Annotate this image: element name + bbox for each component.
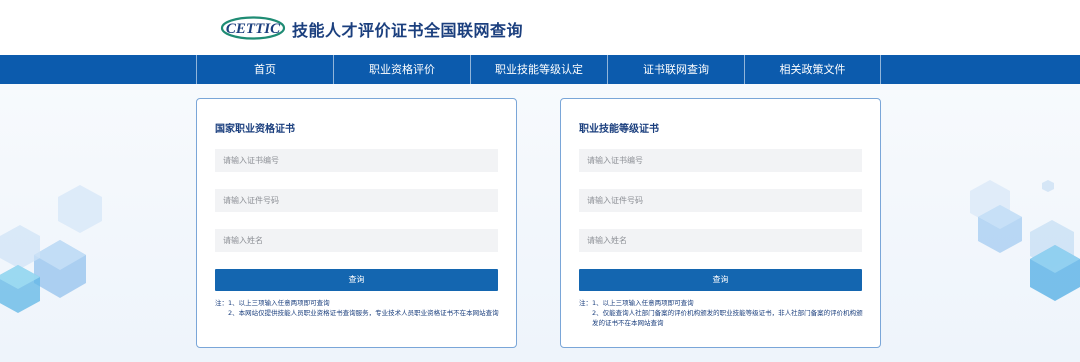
cert-number-input[interactable]: [215, 149, 498, 172]
cert-number-input[interactable]: [579, 149, 862, 172]
skill-level-cert-card: 职业技能等级证书 查询 注：1、以上三项输入任意两项即可查询 2、仅能查询人社部…: [560, 98, 881, 348]
nav-item-home[interactable]: 首页: [196, 55, 333, 84]
notes: 注：1、以上三项输入任意两项即可查询 2、本网站仅提供技能人员职业资格证书查询服…: [215, 298, 505, 318]
qualification-cert-card: 国家职业资格证书 查询 注：1、以上三项输入任意两项即可查询 2、本网站仅提供技…: [196, 98, 517, 348]
content-background: [0, 84, 1080, 362]
cube-decoration-right: [970, 180, 1080, 301]
nav-item-cert-query[interactable]: 证书联网查询: [607, 55, 744, 84]
site-title: 技能人才评价证书全国联网查询: [292, 21, 524, 40]
cube-decoration-left: [0, 185, 102, 313]
card-title: 职业技能等级证书: [579, 124, 659, 135]
id-number-input[interactable]: [579, 189, 862, 212]
note-1: 注：1、以上三项输入任意两项即可查询: [215, 299, 330, 307]
note-2: 2、仅能查询人社部门备案的评价机构颁发的职业技能等级证书，非人社部门备案的评价机…: [592, 309, 863, 327]
site-header: CETTIC 技能人才评价证书全国联网查询: [0, 0, 1080, 55]
note-2: 2、本网站仅提供技能人员职业资格证书查询服务，专业技术人员职业资格证书不在本网站…: [228, 309, 499, 317]
query-button[interactable]: 查询: [579, 269, 862, 291]
name-input[interactable]: [579, 229, 862, 252]
main-nav: 首页 职业资格评价 职业技能等级认定 证书联网查询 相关政策文件: [0, 55, 1080, 84]
nav-item-skill-level[interactable]: 职业技能等级认定: [470, 55, 607, 84]
name-input[interactable]: [215, 229, 498, 252]
cettic-logo[interactable]: CETTIC: [220, 16, 286, 40]
nav-item-qualification[interactable]: 职业资格评价: [333, 55, 470, 84]
query-button[interactable]: 查询: [215, 269, 498, 291]
nav-item-policy[interactable]: 相关政策文件: [744, 55, 881, 84]
id-number-input[interactable]: [215, 189, 498, 212]
notes: 注：1、以上三项输入任意两项即可查询 2、仅能查询人社部门备案的评价机构颁发的职…: [579, 298, 869, 328]
note-1: 注：1、以上三项输入任意两项即可查询: [579, 299, 694, 307]
logo-text: CETTIC: [226, 21, 281, 37]
card-title: 国家职业资格证书: [215, 124, 295, 135]
